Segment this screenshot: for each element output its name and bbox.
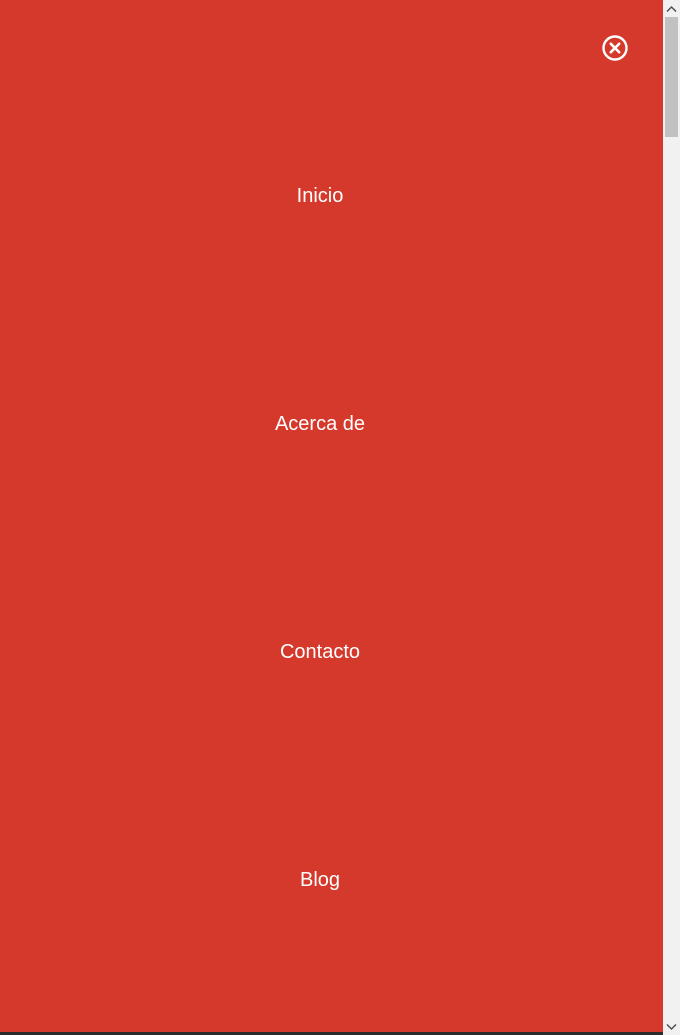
chevron-down-icon [666, 1023, 677, 1030]
menu-overlay: Inicio Acerca de Contacto Blog [0, 0, 663, 1035]
chevron-up-icon [666, 5, 677, 12]
scroll-up-button[interactable] [663, 0, 680, 17]
nav-menu: Inicio Acerca de Contacto Blog [0, 0, 640, 1035]
vertical-scrollbar[interactable] [663, 0, 680, 1035]
nav-item-contacto[interactable]: Contacto [0, 640, 640, 664]
nav-item-inicio[interactable]: Inicio [0, 184, 640, 208]
nav-item-blog[interactable]: Blog [0, 868, 640, 892]
scroll-down-button[interactable] [663, 1018, 680, 1035]
nav-item-acerca-de[interactable]: Acerca de [0, 412, 640, 436]
scrollbar-thumb[interactable] [665, 17, 678, 137]
